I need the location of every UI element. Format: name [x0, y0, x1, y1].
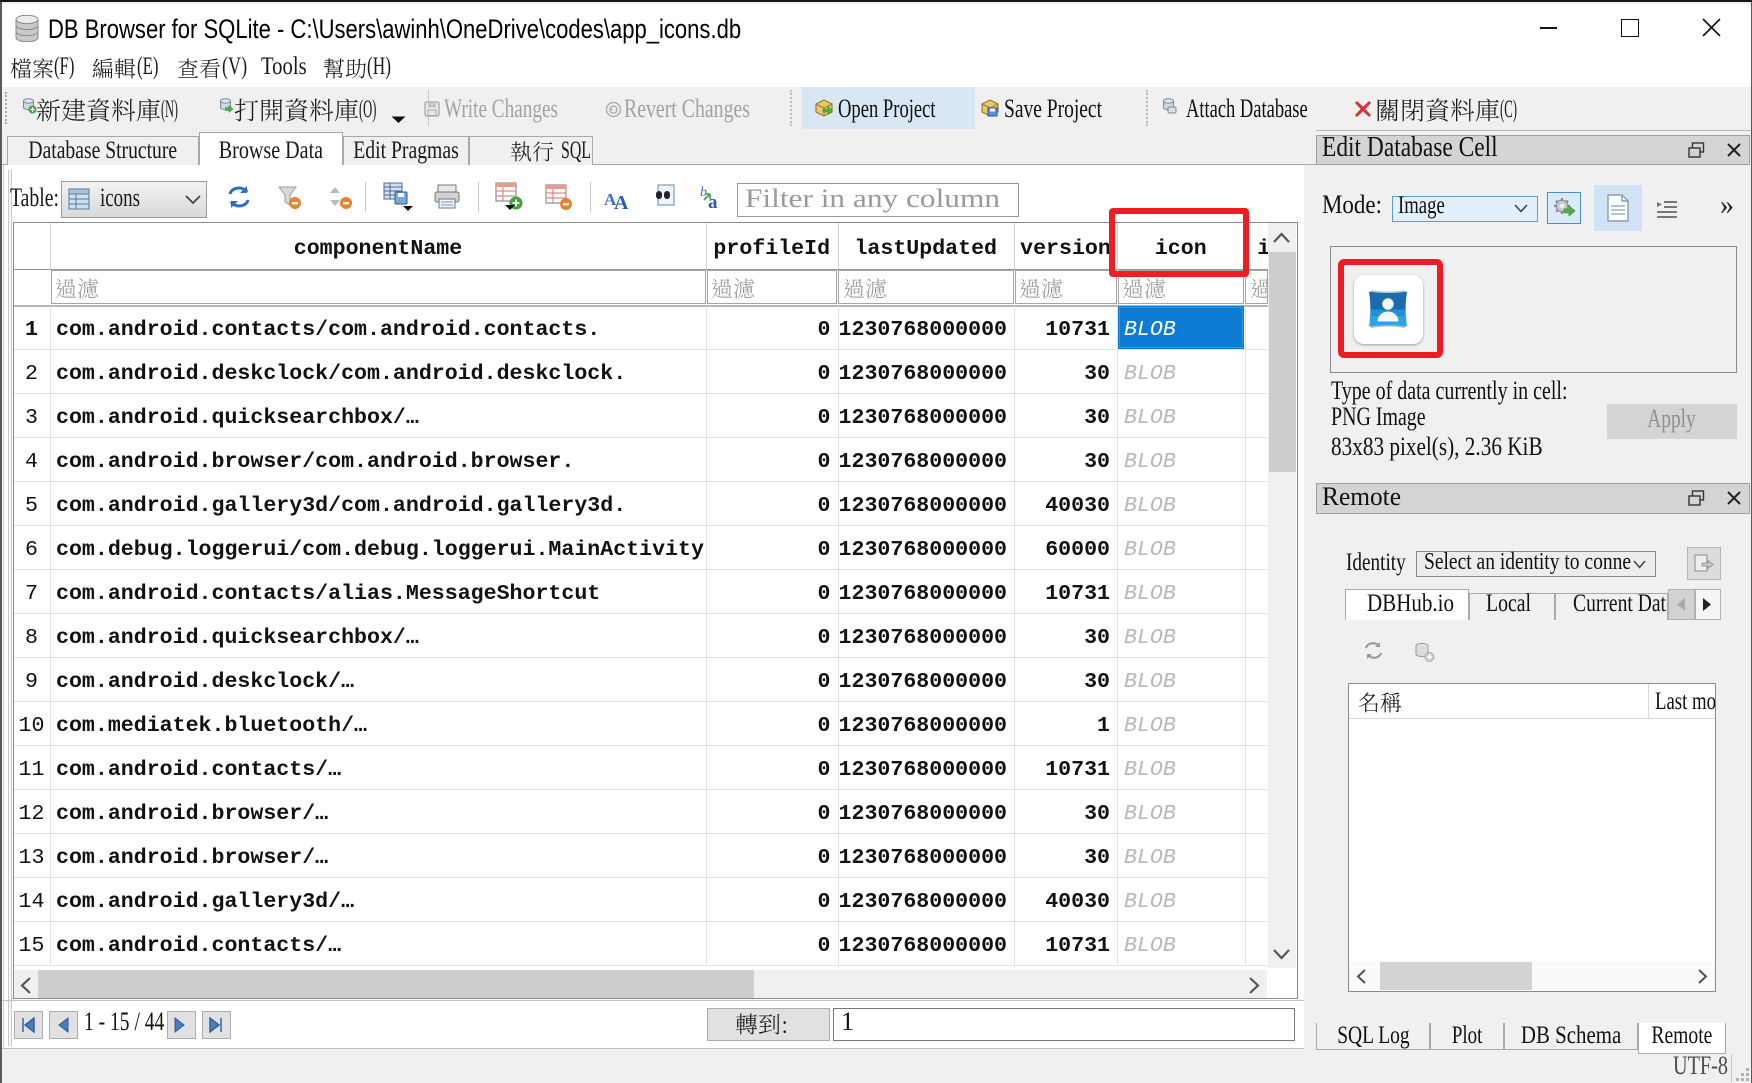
- svg-text:A: A: [614, 192, 629, 210]
